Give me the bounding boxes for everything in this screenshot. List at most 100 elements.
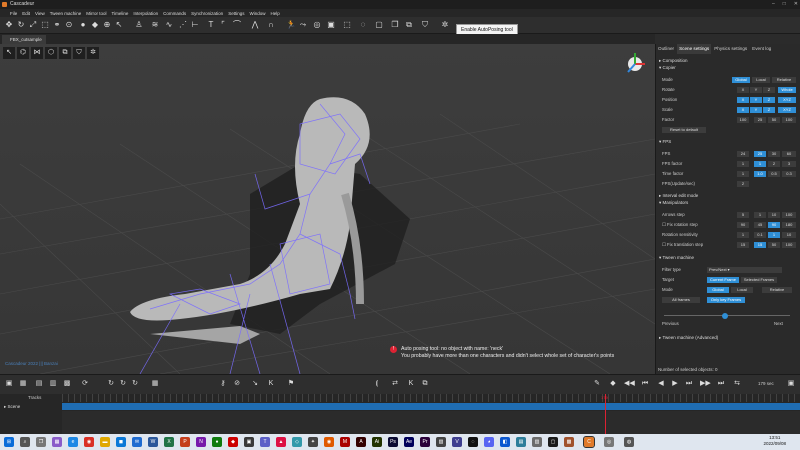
photoshop-icon[interactable]: Ps [388, 437, 398, 447]
end-icon[interactable]: ⏭ [716, 379, 726, 389]
frame-icon[interactable]: ⬚ [342, 20, 352, 30]
loop-toggle-icon[interactable]: ⇆ [732, 379, 742, 389]
fix-rotation-value[interactable]: 90 [737, 221, 749, 228]
fix-translation-value[interactable]: 15 [737, 241, 749, 248]
flag-icon[interactable]: ⚑ [286, 379, 296, 389]
illustrator-icon[interactable]: Ai [372, 437, 382, 447]
app17-icon[interactable]: ◎ [604, 437, 614, 447]
position-xyz[interactable]: XYZ [778, 96, 796, 103]
arrows-step-10[interactable]: 10 [768, 211, 780, 218]
fix-translation-50[interactable]: 50 [768, 241, 780, 248]
copy-tool-icon[interactable]: ⧉ [59, 47, 71, 59]
scene-keyframes[interactable] [62, 403, 800, 410]
cube-tool-icon[interactable]: ⬡ [45, 47, 57, 59]
section-composition[interactable]: ▸ Composition [656, 57, 800, 64]
tween-slider[interactable] [662, 312, 800, 319]
section-interval-edit[interactable]: ▸ Interval edit mode [656, 192, 800, 199]
close-icon[interactable]: ✕ [794, 0, 798, 9]
after-effects-icon[interactable]: Ae [404, 437, 414, 447]
rotate-y[interactable]: Y [750, 86, 762, 93]
timeline-tool-3-icon[interactable]: ▤ [34, 379, 44, 389]
star-tool-icon[interactable]: ✲ [87, 47, 99, 59]
3d-viewport[interactable] [0, 44, 655, 374]
joint-tool-icon[interactable]: ⌬ [17, 47, 29, 59]
arrow-icon[interactable]: ↘ [250, 379, 260, 389]
section-copier[interactable]: ▾ Copier [656, 64, 800, 71]
layers2-icon[interactable]: ⧉ [420, 379, 430, 389]
maximize-icon[interactable]: □ [783, 0, 786, 9]
target-current-frame[interactable]: Current Frame [707, 276, 739, 283]
onenote-icon[interactable]: N [196, 437, 206, 447]
tab-physics-settings[interactable]: Physics settings [712, 44, 749, 54]
reset-to-default-button[interactable]: Reset to default [662, 126, 706, 133]
cascadeur-taskbar-icon[interactable]: C [583, 436, 595, 448]
frame-ruler[interactable] [62, 394, 800, 402]
menu-synchronization[interactable]: Synchronization [191, 11, 223, 16]
app4-icon[interactable]: ▲ [276, 437, 286, 447]
next-key-icon[interactable]: ▶▶ [700, 379, 711, 389]
time-factor-1[interactable]: 1.0 [754, 170, 766, 177]
cycle-icon[interactable]: ◌ [358, 20, 368, 30]
app7-icon[interactable]: ◉ [324, 437, 334, 447]
mode-global[interactable]: Global [732, 76, 750, 83]
factor-50[interactable]: 50 [768, 116, 780, 123]
rotate-z[interactable]: Z [763, 86, 775, 93]
interp-icon[interactable]: ⋰ [178, 20, 188, 30]
powerpoint-icon[interactable]: P [180, 437, 190, 447]
bracket-icon[interactable]: ⌜ [218, 20, 228, 30]
rot-sens-01[interactable]: 0.1 [754, 231, 766, 238]
run-icon[interactable]: 🏃 [286, 20, 296, 30]
excel-icon[interactable]: X [164, 437, 174, 447]
rot-sens-10[interactable]: 10 [782, 231, 796, 238]
arrows-step-value[interactable]: 5 [737, 211, 749, 218]
cycle-b-icon[interactable]: ↻ [118, 379, 128, 389]
menu-window[interactable]: Window [249, 11, 265, 16]
grid-icon[interactable]: ▦ [150, 379, 160, 389]
all-frames-button[interactable]: All frames [662, 296, 700, 303]
scale-icon[interactable]: ⤢ [28, 20, 38, 30]
mode-local[interactable]: Local [752, 76, 770, 83]
app14-icon[interactable]: ▥ [532, 437, 542, 447]
select-tool-icon[interactable]: ↖ [3, 47, 15, 59]
tween-mode-relative[interactable]: Relative [762, 286, 792, 293]
menu-mirror-tool[interactable]: Mirror tool [86, 11, 106, 16]
cursor-icon[interactable]: ↖ [114, 20, 124, 30]
menu-view[interactable]: View [35, 11, 45, 16]
section-manipulators[interactable]: ▾ Manipulators [656, 199, 800, 206]
menu-help[interactable]: Help [270, 11, 279, 16]
premiere-icon[interactable]: Pr [420, 437, 430, 447]
physics-icon[interactable]: ⤳ [298, 20, 308, 30]
rot-sens-value[interactable]: 1 [737, 231, 749, 238]
fps-30[interactable]: 30 [768, 150, 780, 157]
start-icon[interactable]: ⊞ [4, 437, 14, 447]
fix-rotation-90[interactable]: 90 [768, 221, 780, 228]
fps-60[interactable]: 60 [782, 150, 796, 157]
time-factor-03[interactable]: 0.3 [782, 170, 796, 177]
factor-100[interactable]: 100 [782, 116, 796, 123]
tab-fbx-cutsample[interactable]: FBX_cutsample [2, 35, 46, 44]
pose-icon[interactable]: ⋀ [250, 20, 260, 30]
app3-icon[interactable]: ▣ [244, 437, 254, 447]
menu-commands[interactable]: Commands [163, 11, 186, 16]
word-icon[interactable]: W [148, 437, 158, 447]
arch-icon[interactable]: ∩ [266, 20, 276, 30]
settings-icon[interactable]: ▣ [786, 379, 796, 389]
app15-icon[interactable]: ▢ [548, 437, 558, 447]
edge-icon[interactable]: e [68, 437, 78, 447]
pivot-icon[interactable]: ⊙ [64, 20, 74, 30]
menu-file[interactable]: File [10, 11, 17, 16]
fix-rotation-45[interactable]: 45 [754, 221, 766, 228]
wave-icon[interactable]: ≋ [150, 20, 160, 30]
teams-icon[interactable]: T [260, 437, 270, 447]
prev-key-icon[interactable]: ◀◀ [624, 379, 635, 389]
section-tween-advanced[interactable]: ▸ Tween machine (Advanced) [656, 334, 800, 341]
key-icon[interactable]: ◆ [90, 20, 100, 30]
timeline-tool-2-icon[interactable]: ▦ [18, 379, 28, 389]
app16-icon[interactable]: ▩ [564, 437, 574, 447]
scale-xyz[interactable]: XYZ [778, 106, 796, 113]
app11-icon[interactable]: ◌ [468, 437, 478, 447]
fix-translation-15[interactable]: 15 [754, 241, 766, 248]
brackets-icon[interactable]: ⦗ [372, 379, 382, 389]
system-clock[interactable]: 13:51 2022/09/08 [763, 435, 786, 447]
fix-rotation-checkbox[interactable]: ☐ Fix rotation step [662, 221, 698, 228]
